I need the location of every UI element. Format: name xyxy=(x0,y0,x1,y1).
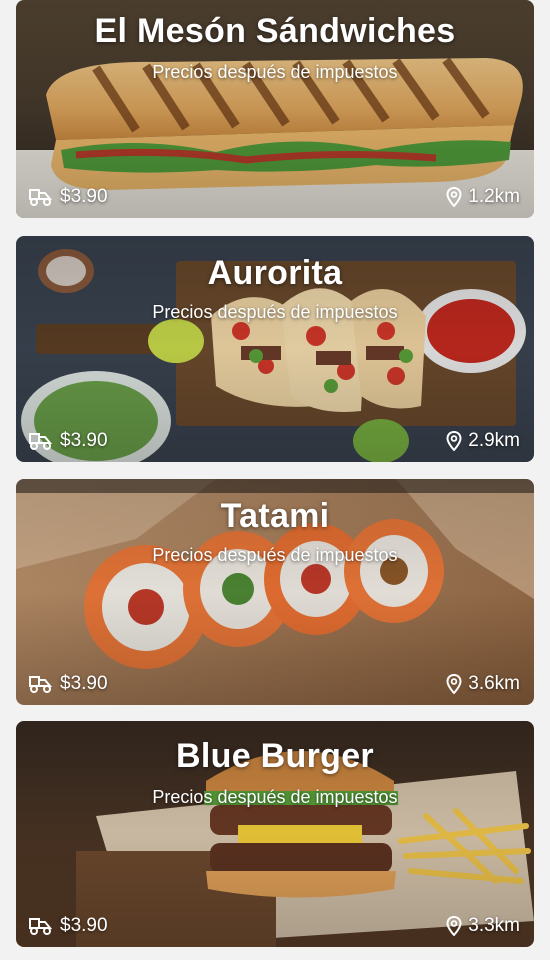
distance: 1.2km xyxy=(446,186,520,208)
delivery-price: $3.90 xyxy=(28,673,108,695)
delivery-scooter-icon xyxy=(28,431,54,451)
delivery-price: $3.90 xyxy=(28,186,108,208)
restaurant-name: Aurorita xyxy=(207,254,343,292)
price-note: Precios después de impuestos xyxy=(152,302,398,322)
price-note: Precios después de impuestos xyxy=(152,787,398,807)
distance-value: 2.9km xyxy=(468,430,520,451)
delivery-price: $3.90 xyxy=(28,915,108,937)
distance: 3.6km xyxy=(446,673,520,695)
price-note: Precios después de impuestos xyxy=(152,62,398,82)
location-pin-icon xyxy=(446,187,462,207)
delivery-scooter-icon xyxy=(28,187,54,207)
distance: 2.9km xyxy=(446,430,520,452)
restaurant-card[interactable]: El Mesón Sándwiches Precios después de i… xyxy=(16,0,534,218)
distance-value: 1.2km xyxy=(468,186,520,207)
location-pin-icon xyxy=(446,674,462,694)
delivery-price: $3.90 xyxy=(28,430,108,452)
price-value: $3.90 xyxy=(60,186,108,207)
price-value: $3.90 xyxy=(60,673,108,694)
delivery-scooter-icon xyxy=(28,674,54,694)
price-note: Precios después de impuestos xyxy=(152,545,398,565)
location-pin-icon xyxy=(446,916,462,936)
location-pin-icon xyxy=(446,431,462,451)
restaurant-name: Tatami xyxy=(220,497,330,535)
price-value: $3.90 xyxy=(60,430,108,451)
restaurant-name: Blue Burger xyxy=(176,737,374,775)
delivery-scooter-icon xyxy=(28,916,54,936)
restaurant-card[interactable]: Blue Burger Precios después de impuestos… xyxy=(16,721,534,947)
price-value: $3.90 xyxy=(60,915,108,936)
distance-value: 3.6km xyxy=(468,673,520,694)
distance: 3.3km xyxy=(446,915,520,937)
distance-value: 3.3km xyxy=(468,915,520,936)
restaurant-name: El Mesón Sándwiches xyxy=(94,12,456,50)
restaurant-card[interactable]: Tatami Precios después de impuestos $3.9… xyxy=(16,479,534,705)
restaurant-list: El Mesón Sándwiches Precios después de i… xyxy=(0,0,550,960)
restaurant-card[interactable]: Aurorita Precios después de impuestos $3… xyxy=(16,236,534,462)
